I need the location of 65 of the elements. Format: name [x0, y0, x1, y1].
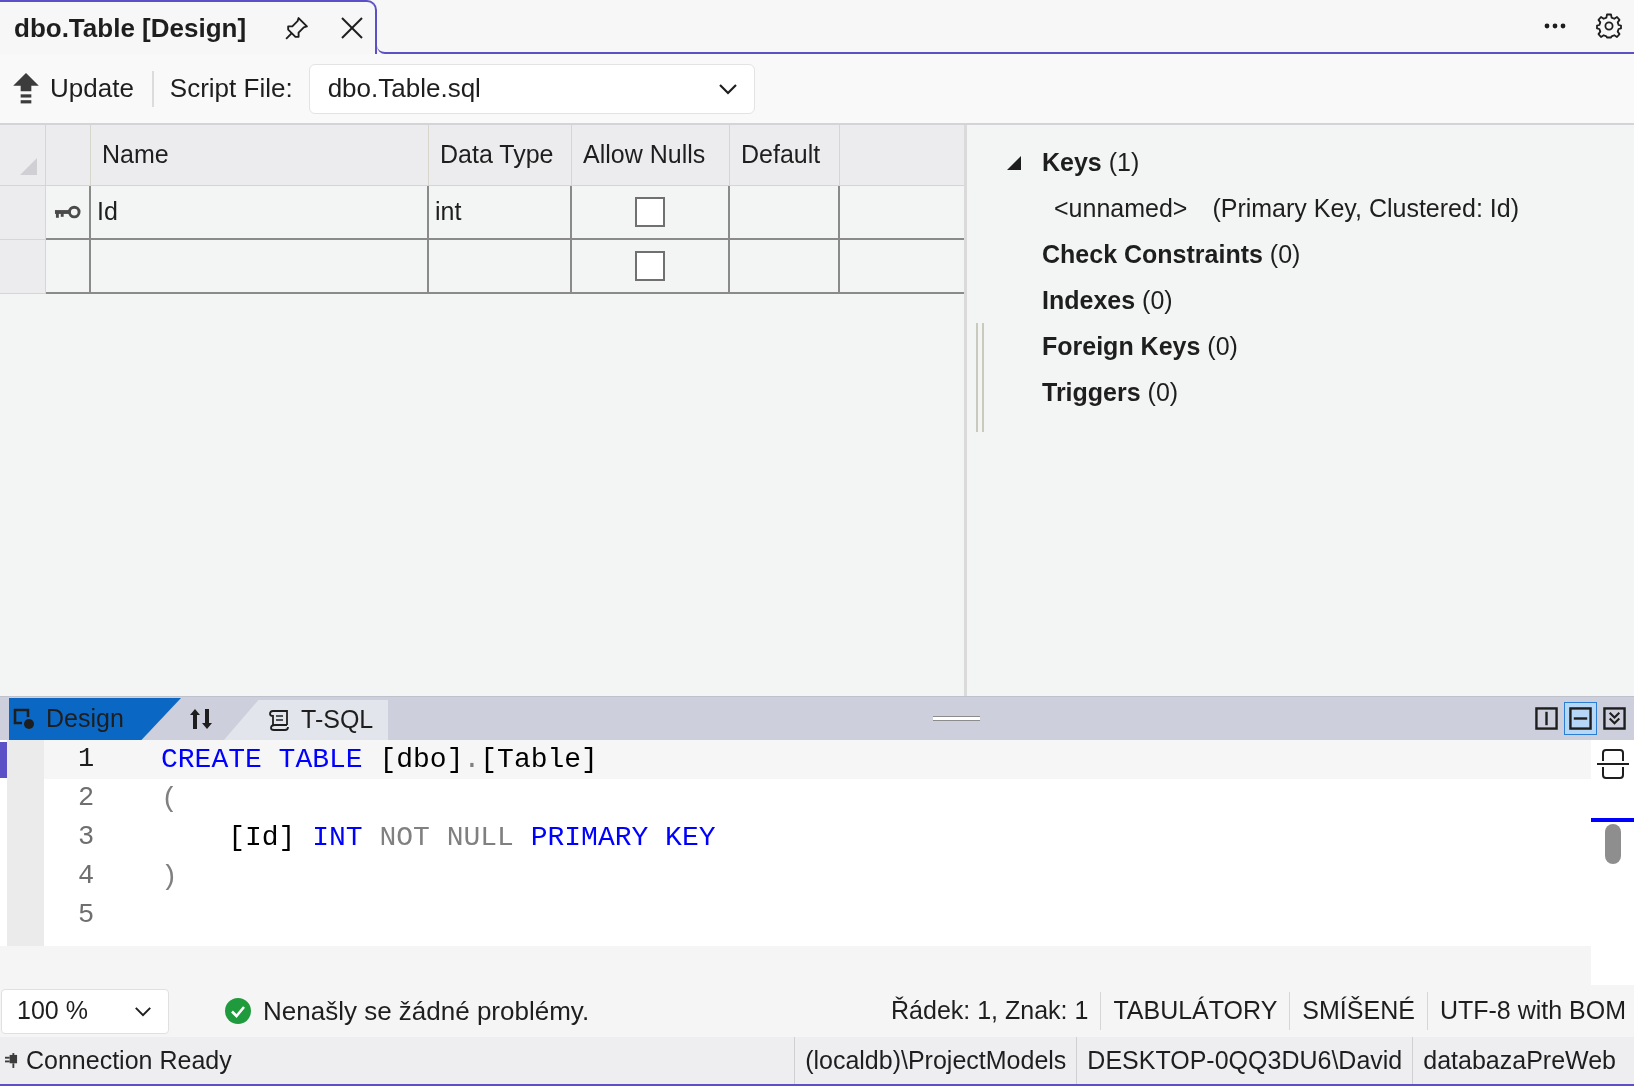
- zoom-dropdown[interactable]: 100 %: [1, 988, 169, 1034]
- table-cell[interactable]: [91, 240, 429, 294]
- table-cell[interactable]: [730, 240, 840, 294]
- database-status[interactable]: databazaPreWeb: [1412, 1037, 1616, 1084]
- tree-item[interactable]: <unnamed> (Primary Key, Clustered: Id): [1054, 190, 1519, 228]
- line-number: 3: [78, 824, 95, 851]
- expanded-triangle-icon[interactable]: [1007, 156, 1021, 170]
- pane-tab[interactable]: T-SQL: [224, 700, 388, 740]
- column-header: Allow Nulls: [572, 125, 730, 185]
- checkbox[interactable]: [635, 197, 665, 227]
- key-icon: [54, 205, 81, 219]
- server-status[interactable]: (localdb)\ProjectModels: [794, 1037, 1077, 1084]
- code-line: (: [161, 784, 178, 813]
- close-icon[interactable]: [340, 16, 365, 40]
- script-file-dropdown[interactable]: dbo.Table.sql: [308, 63, 755, 114]
- code-line: [Id] INT NOT NULL PRIMARY KEY: [227, 823, 716, 852]
- column-header: Default: [730, 125, 840, 185]
- line-number: 4: [78, 863, 95, 890]
- line-number: 1: [78, 746, 95, 773]
- line-number: 5: [78, 902, 95, 929]
- tree-item[interactable]: Keys (1): [1042, 144, 1140, 182]
- encoding-status[interactable]: UTF-8 with BOM: [1426, 992, 1630, 1030]
- code-line: ): [161, 862, 178, 891]
- settings-icon[interactable]: [1596, 13, 1622, 39]
- code-line: CREATE TABLE [dbo].[Table]: [161, 745, 598, 774]
- column-header: Data Type: [429, 125, 572, 185]
- split-editor-icon[interactable]: [1595, 748, 1630, 780]
- update-button[interactable]: Update: [13, 63, 138, 114]
- tree-item[interactable]: Check Constraints (0): [1042, 236, 1301, 274]
- swap-arrows-icon[interactable]: [189, 707, 213, 730]
- tree-item[interactable]: Indexes (0): [1042, 282, 1173, 320]
- document-tab[interactable]: dbo.Table [Design]: [0, 0, 377, 54]
- design-view-icon: [13, 708, 35, 730]
- table-cell[interactable]: int: [429, 186, 572, 240]
- caret-position-status[interactable]: Řádek: 1, Znak: 1: [879, 992, 1101, 1030]
- scrollbar-thumb[interactable]: [1604, 824, 1621, 864]
- success-check-icon: [225, 998, 251, 1024]
- pin-icon[interactable]: [284, 15, 310, 41]
- table-cell[interactable]: [730, 186, 840, 240]
- up-arrow-icon: [13, 72, 39, 105]
- split-vertical-icon: [1535, 707, 1558, 730]
- splitter-handle[interactable]: [976, 323, 984, 432]
- table-cell[interactable]: Id: [91, 186, 429, 240]
- connection-status: Connection Ready: [26, 1044, 232, 1076]
- line-number: 2: [78, 785, 95, 812]
- chevron-down-icon: [717, 82, 738, 95]
- tree-item[interactable]: Triggers (0): [1042, 374, 1179, 412]
- user-status[interactable]: DESKTOP-0QQ3DU6\David: [1076, 1037, 1413, 1084]
- tree-item[interactable]: Foreign Keys (0): [1042, 328, 1238, 366]
- indentation-status[interactable]: TABULÁTORY: [1100, 992, 1290, 1030]
- chevron-down-icon: [134, 1005, 152, 1017]
- checkbox[interactable]: [635, 251, 665, 281]
- column-header: Name: [91, 125, 429, 185]
- caret-position-marker: [1591, 818, 1634, 822]
- status-message: Nenašly se žádné problémy.: [263, 994, 590, 1028]
- line-endings-status[interactable]: SMÍŠENÉ: [1289, 992, 1427, 1030]
- split-horizontal-icon: [1569, 707, 1592, 730]
- more-options-icon[interactable]: [1544, 23, 1566, 29]
- script-file-label: Script File:: [169, 72, 293, 105]
- splitter-handle[interactable]: [933, 716, 980, 721]
- table-cell[interactable]: [429, 240, 572, 294]
- collapse-pane-icon: [1603, 707, 1626, 730]
- script-icon: [268, 709, 290, 731]
- plug-icon: [5, 1053, 18, 1068]
- split-horizontal-button[interactable]: [1564, 702, 1597, 735]
